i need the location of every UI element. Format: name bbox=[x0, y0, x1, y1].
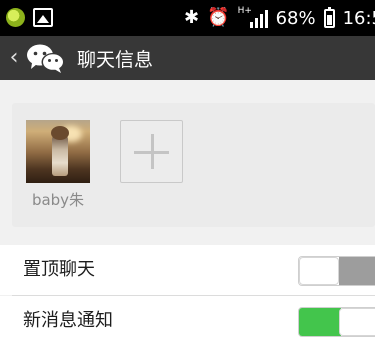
new-message-notify-toggle[interactable] bbox=[298, 307, 375, 337]
member-item[interactable]: baby朱 bbox=[26, 120, 90, 210]
title-bar: ‹ 聊天信息 bbox=[0, 36, 375, 80]
status-indicators: ✱ ⏰ H+ 68% 16:5 bbox=[184, 0, 375, 36]
new-message-notify-label: 新消息通知 bbox=[23, 310, 113, 331]
pin-chat-toggle[interactable] bbox=[298, 256, 375, 286]
chat-info-content: baby朱 置顶聊天 新消息通知 bbox=[0, 80, 375, 344]
add-member-button[interactable] bbox=[120, 120, 183, 183]
member-name: baby朱 bbox=[31, 191, 85, 209]
back-icon[interactable]: ‹ bbox=[4, 36, 24, 80]
app-notification-icon bbox=[6, 8, 25, 27]
pin-chat-label: 置顶聊天 bbox=[23, 259, 95, 280]
bluetooth-icon: ✱ bbox=[184, 7, 200, 28]
signal-icon: H+ bbox=[238, 6, 268, 28]
status-bar: ✱ ⏰ H+ 68% 16:5 bbox=[0, 0, 375, 36]
page-title: 聊天信息 bbox=[77, 48, 154, 71]
battery-percent: 68% bbox=[275, 7, 316, 29]
battery-icon bbox=[323, 6, 335, 28]
wechat-logo-icon[interactable] bbox=[26, 42, 66, 74]
clock: 16:5 bbox=[342, 7, 375, 29]
members-panel: baby朱 bbox=[12, 103, 375, 227]
pin-chat-row[interactable]: 置顶聊天 bbox=[0, 245, 375, 295]
toggle-knob bbox=[339, 308, 375, 336]
picture-icon bbox=[33, 8, 53, 27]
toggle-knob bbox=[299, 257, 339, 285]
avatar[interactable] bbox=[26, 120, 90, 183]
new-message-notify-row[interactable]: 新消息通知 bbox=[0, 296, 375, 344]
alarm-icon: ⏰ bbox=[207, 7, 230, 28]
